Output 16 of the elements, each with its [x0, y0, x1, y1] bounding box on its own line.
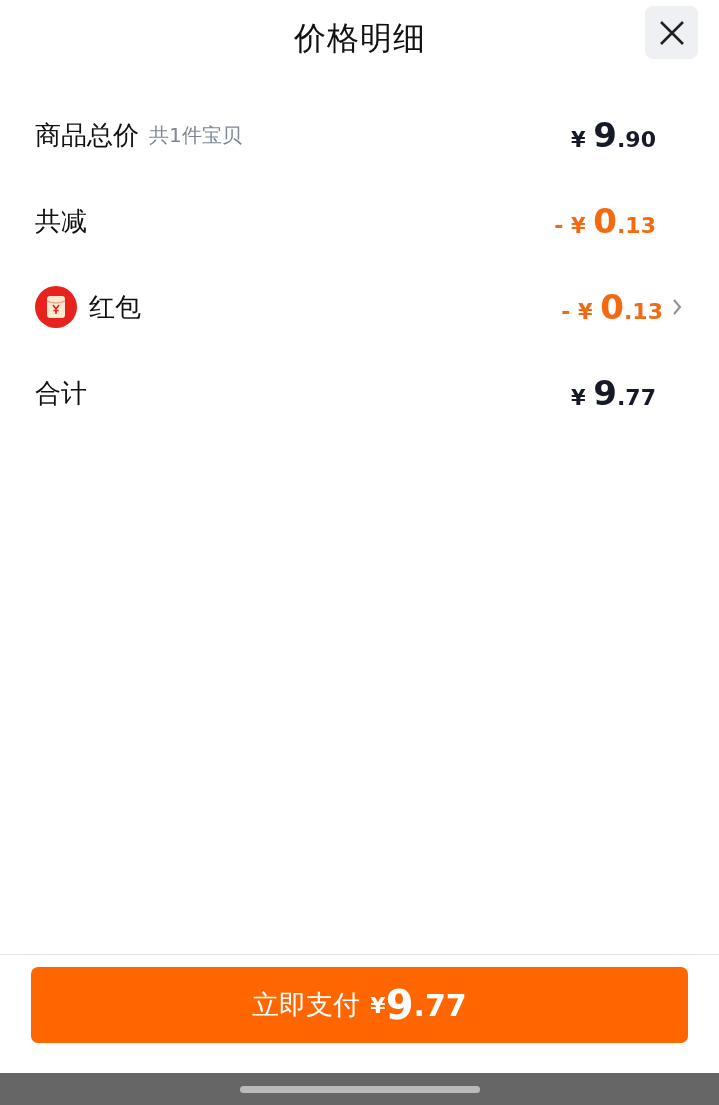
pay-button[interactable]: 立即支付 ¥9.77 [31, 967, 688, 1043]
row-label: 商品总价 [35, 118, 139, 152]
price-amount: ¥ 9.77 [571, 373, 656, 413]
discount-amount: - ¥ 0.13 [561, 287, 663, 327]
discount-amount: - ¥ 0.13 [554, 201, 656, 241]
row-label: 合计 [35, 376, 87, 410]
chevron-right-icon[interactable] [671, 297, 683, 317]
price-amount: ¥ 9.90 [571, 115, 656, 155]
close-icon[interactable] [658, 19, 685, 46]
envelope-icon [35, 286, 77, 328]
item-count: 共1件宝贝 [149, 121, 242, 149]
home-indicator[interactable] [239, 1085, 480, 1093]
sheet-title: 价格明细 [293, 18, 426, 59]
close-button[interactable] [645, 6, 698, 59]
row-label: 共减 [35, 204, 87, 238]
row-label: 红包 [89, 290, 141, 324]
